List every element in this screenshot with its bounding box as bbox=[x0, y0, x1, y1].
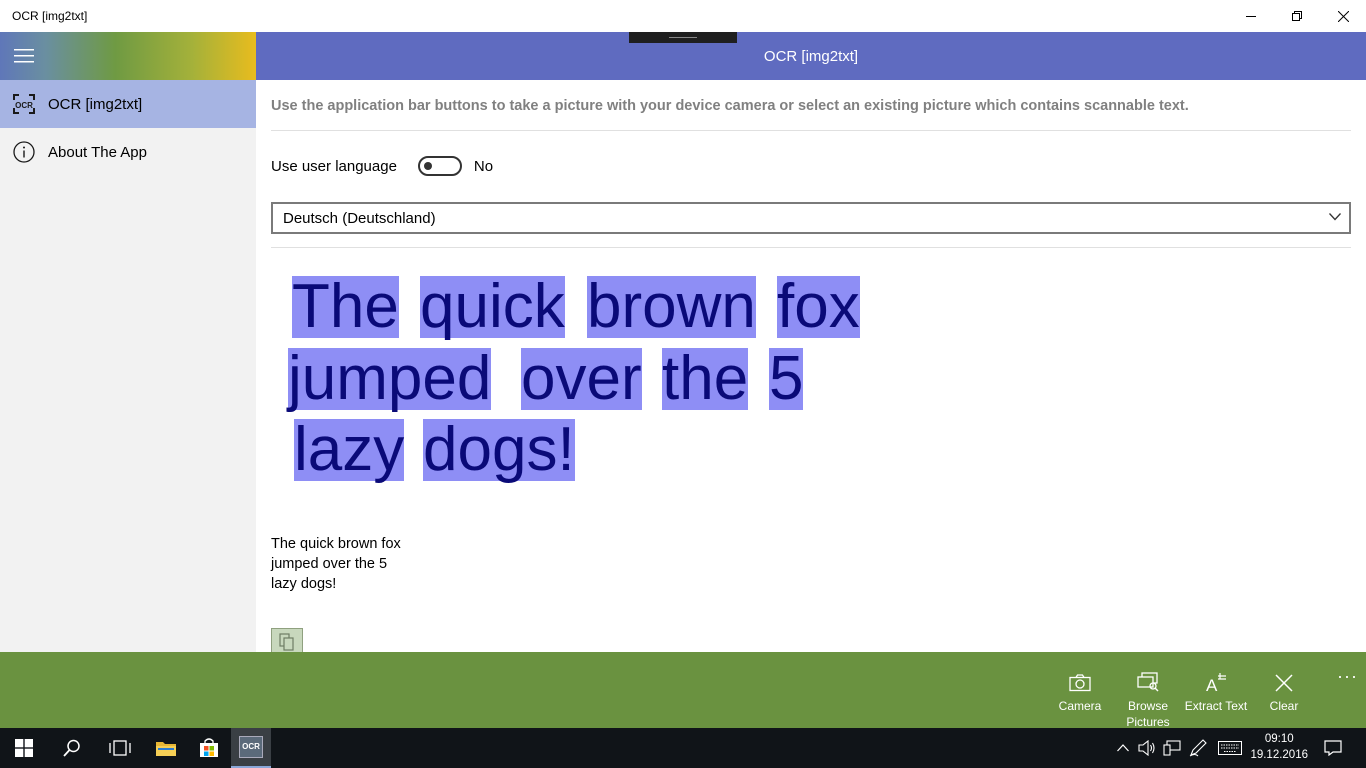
divider bbox=[271, 130, 1351, 131]
clear-button[interactable]: Clear bbox=[1250, 652, 1318, 728]
chevron-down-icon bbox=[1329, 213, 1341, 221]
close-icon bbox=[1337, 10, 1349, 22]
pen-button[interactable] bbox=[1186, 728, 1210, 768]
instructions-text: Use the application bar buttons to take … bbox=[271, 98, 1189, 114]
ocr-app-icon: OCR bbox=[239, 736, 263, 758]
toggle-state-text: No bbox=[473, 157, 494, 175]
notifications-icon bbox=[1324, 740, 1342, 756]
pane-header bbox=[0, 32, 256, 80]
highlighted-word: quick bbox=[420, 272, 565, 341]
svg-text:OCR: OCR bbox=[15, 101, 33, 110]
pen-icon bbox=[1189, 739, 1207, 757]
nav-item-label: About The App bbox=[48, 143, 147, 161]
clock-time: 09:10 bbox=[1264, 733, 1294, 745]
hamburger-menu-button[interactable] bbox=[0, 32, 48, 80]
task-view-button[interactable] bbox=[96, 728, 144, 768]
highlighted-word: fox bbox=[777, 272, 860, 341]
main-content[interactable]: Use the application bar buttons to take … bbox=[256, 80, 1366, 652]
extract-text-icon: A bbox=[1182, 660, 1250, 692]
windows-logo-icon bbox=[15, 739, 33, 757]
navigation-pane: OCR OCR [img2txt] About The App bbox=[0, 32, 256, 652]
minimize-icon bbox=[1246, 16, 1256, 17]
language-select-value: Deutsch (Deutschland) bbox=[283, 210, 436, 227]
app-bar: Camera Browse Pictures A Extract Text Cl… bbox=[0, 652, 1366, 729]
folder-icon bbox=[156, 742, 176, 756]
extracted-text-line: jumped over the 5 bbox=[271, 556, 388, 572]
nav-item-about[interactable]: About The App bbox=[0, 128, 256, 176]
chevron-up-icon bbox=[1117, 744, 1129, 752]
nav-item-label: OCR [img2txt] bbox=[48, 95, 143, 113]
window-title: OCR [img2txt] bbox=[12, 9, 88, 23]
taskbar-clock[interactable]: 09:10 19.12.2016 bbox=[1250, 731, 1308, 763]
minimize-button[interactable] bbox=[1228, 0, 1274, 32]
highlighted-word: the bbox=[662, 344, 749, 413]
info-icon bbox=[0, 128, 48, 176]
copy-icon bbox=[279, 633, 294, 651]
restore-button[interactable] bbox=[1274, 0, 1320, 32]
extract-text-label: Extract Text bbox=[1184, 699, 1248, 713]
volume-icon bbox=[1138, 740, 1155, 756]
highlighted-word: 5 bbox=[769, 344, 804, 413]
close-button[interactable] bbox=[1320, 0, 1366, 32]
more-options-button[interactable]: ··· bbox=[1337, 666, 1358, 687]
store-icon bbox=[200, 738, 218, 757]
clear-icon bbox=[1250, 660, 1318, 692]
search-button[interactable] bbox=[48, 728, 96, 768]
highlighted-word: The bbox=[292, 272, 399, 341]
page-header: OCR [img2txt] bbox=[256, 32, 1366, 80]
page-title: OCR [img2txt] bbox=[763, 48, 859, 65]
file-explorer-button[interactable] bbox=[144, 728, 188, 768]
hamburger-icon bbox=[14, 49, 34, 63]
clear-label: Clear bbox=[1269, 699, 1299, 713]
network-icon bbox=[1163, 740, 1181, 756]
action-center-button[interactable] bbox=[1318, 728, 1348, 768]
network-button[interactable] bbox=[1160, 728, 1184, 768]
browse-pictures-label: Browse Pictures bbox=[1126, 699, 1170, 729]
language-select[interactable]: Deutsch (Deutschland) bbox=[271, 202, 1351, 234]
highlighted-word: jumped bbox=[288, 344, 492, 413]
copy-button[interactable] bbox=[271, 628, 303, 652]
camera-label: Camera bbox=[1058, 699, 1102, 713]
nav-item-ocr[interactable]: OCR OCR [img2txt] bbox=[0, 80, 256, 128]
start-button[interactable] bbox=[0, 728, 48, 768]
toggle-label: Use user language bbox=[271, 157, 397, 175]
title-bar: OCR [img2txt] bbox=[0, 0, 1366, 32]
task-view-icon bbox=[109, 740, 131, 756]
svg-text:A: A bbox=[1206, 676, 1218, 692]
camera-notch bbox=[629, 32, 737, 43]
browse-pictures-button[interactable]: Browse Pictures bbox=[1114, 652, 1182, 729]
extracted-text[interactable]: The quick brown fox jumped over the 5 la… bbox=[271, 534, 451, 594]
touch-keyboard-button[interactable] bbox=[1214, 728, 1246, 768]
camera-icon bbox=[1046, 660, 1114, 692]
ocr-app-icon-label: OCR bbox=[242, 742, 260, 751]
extracted-text-line: lazy dogs! bbox=[271, 576, 337, 592]
highlighted-word: dogs! bbox=[423, 415, 575, 484]
clock-date: 19.12.2016 bbox=[1250, 749, 1308, 761]
scanned-image: The quick brown fox jumped over the 5 la… bbox=[276, 260, 896, 490]
search-icon bbox=[63, 739, 80, 757]
highlighted-word: over bbox=[521, 344, 642, 413]
ocr-scan-icon: OCR bbox=[0, 80, 48, 128]
use-user-language-toggle[interactable] bbox=[417, 156, 462, 176]
volume-button[interactable] bbox=[1136, 728, 1158, 768]
restore-icon bbox=[1292, 11, 1302, 21]
store-button[interactable] bbox=[188, 728, 230, 768]
highlighted-word: lazy bbox=[294, 415, 405, 484]
taskbar: OCR 09:10 19.12.2016 bbox=[0, 728, 1366, 768]
show-hidden-icons-button[interactable] bbox=[1112, 728, 1134, 768]
divider bbox=[271, 247, 1351, 248]
taskbar-app-ocr[interactable]: OCR bbox=[231, 728, 271, 768]
extracted-text-line: The quick brown fox bbox=[271, 536, 401, 552]
extract-text-button[interactable]: A Extract Text bbox=[1182, 652, 1250, 728]
toggle-knob bbox=[423, 162, 432, 170]
language-toggle-row: Use user language No bbox=[271, 156, 493, 176]
browse-pictures-icon bbox=[1114, 660, 1182, 692]
camera-button[interactable]: Camera bbox=[1046, 652, 1114, 728]
keyboard-icon bbox=[1218, 741, 1242, 755]
highlighted-word: brown bbox=[587, 272, 756, 341]
